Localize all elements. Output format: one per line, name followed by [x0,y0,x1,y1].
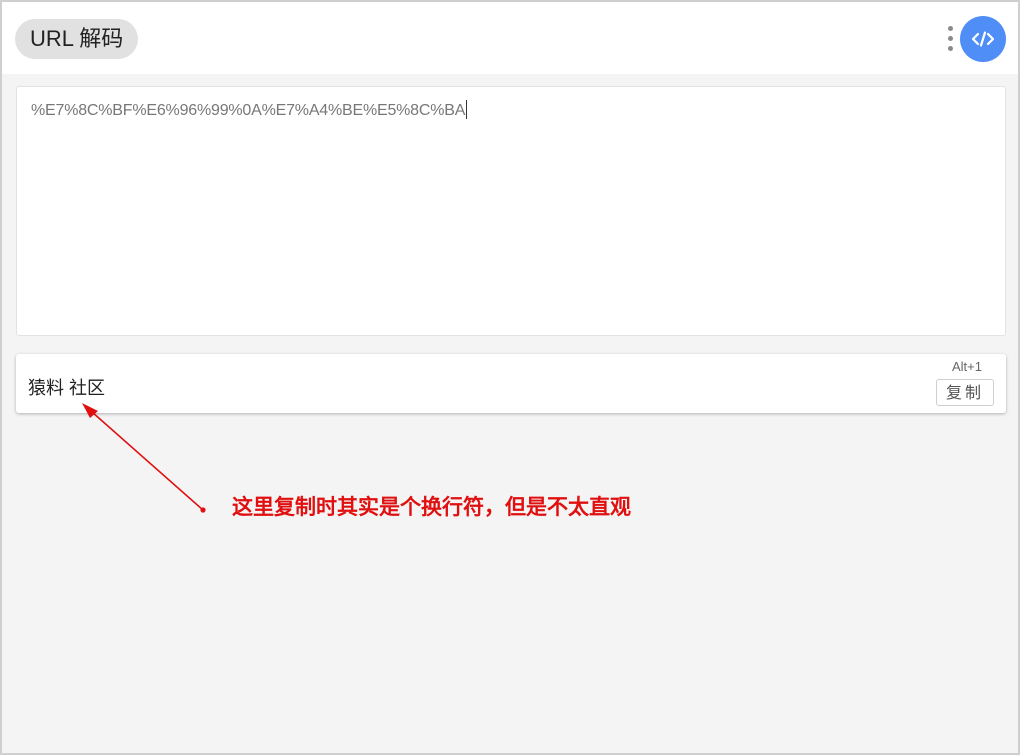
annotation-note: 这里复制时其实是个换行符，但是不太直观 [232,495,631,519]
app-window: URL 解码 %E7%8C%BF%E6%96%99%0A%E7%A4%BE%E5… [0,0,1020,755]
annotation-arrow [82,403,206,513]
